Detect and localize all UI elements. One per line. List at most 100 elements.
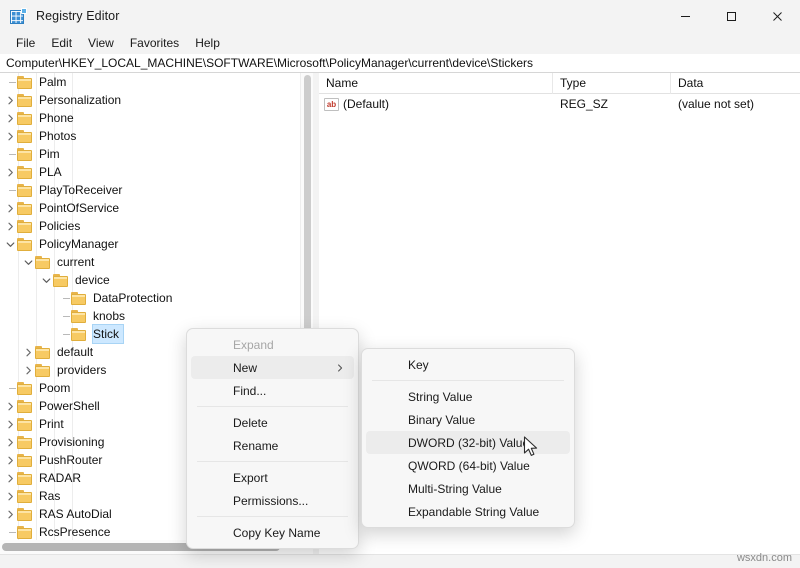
chevron-right-icon[interactable] [4,505,17,523]
folder-icon [17,453,33,467]
chevron-right-icon[interactable] [4,163,17,181]
folder-icon [17,417,33,431]
menu-item-copy-key-name[interactable]: Copy Key Name [191,521,354,544]
menu-separator [197,516,348,517]
column-header-type[interactable]: Type [553,72,671,94]
menu-item-label: Copy Key Name [233,525,321,540]
values-list-body: ab (Default) REG_SZ (value not set) [319,94,800,114]
menu-edit[interactable]: Edit [43,34,80,52]
minimize-button[interactable] [662,0,708,32]
chevron-right-icon[interactable] [4,127,17,145]
menu-item-label: Multi-String Value [408,481,502,496]
menu-item-new[interactable]: New [191,356,354,379]
chevron-down-icon[interactable] [22,253,35,271]
chevron-right-icon[interactable] [22,343,35,361]
folder-icon [17,165,33,179]
folder-icon [17,111,33,125]
column-header-data[interactable]: Data [671,73,800,94]
menu-item-label: String Value [408,389,473,404]
tree-item-policies[interactable]: Policies [0,217,300,235]
tree-item-label: PowerShell [39,399,100,413]
menu-item-multi-string-value[interactable]: Multi-String Value [366,477,570,500]
folder-icon [17,525,33,539]
address-bar[interactable]: Computer\HKEY_LOCAL_MACHINE\SOFTWARE\Mic… [0,54,800,73]
chevron-down-icon[interactable] [40,271,53,289]
folder-icon [17,219,33,233]
folder-icon [17,381,33,395]
menu-item-permissions[interactable]: Permissions... [191,489,354,512]
chevron-right-icon[interactable] [4,451,17,469]
mouse-cursor [523,436,541,460]
folder-icon [17,471,33,485]
chevron-right-icon[interactable] [4,415,17,433]
menu-view[interactable]: View [80,34,122,52]
values-list-header: Name Type Data [319,72,800,94]
tree-item-personalization[interactable]: Personalization [0,91,300,109]
menu-file[interactable]: File [8,34,43,52]
tree-item-label: PointOfService [39,201,120,215]
tree-item-policymanager[interactable]: PolicyManager [0,235,300,253]
tree-item-label: PlayToReceiver [39,183,123,197]
tree-item-current[interactable]: current [0,253,300,271]
tree-item-pla[interactable]: PLA [0,163,300,181]
tree-leaf-line [58,325,71,343]
tree-item-playtoreceiver[interactable]: PlayToReceiver [0,181,300,199]
tree-item-label: Provisioning [39,435,105,449]
menu-item-binary-value[interactable]: Binary Value [366,408,570,431]
folder-icon [17,489,33,503]
tree-leaf-line [4,379,17,397]
menu-favorites[interactable]: Favorites [122,34,187,52]
minimize-icon [680,15,690,17]
menu-item-delete[interactable]: Delete [191,411,354,434]
menu-separator [197,461,348,462]
tree-leaf-line [58,307,71,325]
tree-item-phone[interactable]: Phone [0,109,300,127]
registry-path: Computer\HKEY_LOCAL_MACHINE\SOFTWARE\Mic… [6,56,534,70]
menu-item-key[interactable]: Key [366,353,570,376]
chevron-right-icon[interactable] [4,487,17,505]
menu-item-rename[interactable]: Rename [191,434,354,457]
menu-item-find[interactable]: Find... [191,379,354,402]
maximize-button[interactable] [708,0,754,32]
tree-item-pointofservice[interactable]: PointOfService [0,199,300,217]
tree-item-label: RAS AutoDial [39,507,112,521]
chevron-right-icon[interactable] [4,433,17,451]
chevron-right-icon[interactable] [4,217,17,235]
chevron-down-icon[interactable] [4,235,17,253]
tree-item-label: RcsPresence [39,525,111,539]
table-row[interactable]: ab (Default) REG_SZ (value not set) [319,94,800,114]
menu-item-label: Key [408,357,429,372]
title-bar-left: Registry Editor [0,7,119,25]
close-button[interactable] [754,0,800,32]
menu-help[interactable]: Help [187,34,228,52]
chevron-right-icon[interactable] [4,109,17,127]
chevron-right-icon[interactable] [4,397,17,415]
menu-item-string-value[interactable]: String Value [366,385,570,408]
menu-item-expandable-string-value[interactable]: Expandable String Value [366,500,570,523]
menu-item-export[interactable]: Export [191,466,354,489]
chevron-right-icon[interactable] [4,469,17,487]
column-header-name[interactable]: Name [319,72,553,94]
menu-item-label: Permissions... [233,493,309,508]
registry-icon [10,7,27,25]
maximize-icon [726,11,736,21]
menu-item-label: Delete [233,415,268,430]
folder-icon [17,435,33,449]
tree-leaf-line [58,289,71,307]
tree-item-knobs[interactable]: knobs [0,307,300,325]
menu-separator [372,380,564,381]
folder-icon [17,201,33,215]
chevron-right-icon[interactable] [22,361,35,379]
chevron-right-icon[interactable] [4,91,17,109]
tree-item-pim[interactable]: Pim [0,145,300,163]
chevron-right-icon[interactable] [4,199,17,217]
tree-item-device[interactable]: device [0,271,300,289]
tree-item-palm[interactable]: Palm [0,73,300,91]
menu-item-label: DWORD (32-bit) Value [408,435,530,450]
tree-item-dataprotection[interactable]: DataProtection [0,289,300,307]
menu-item-label: Export [233,470,268,485]
tree-item-photos[interactable]: Photos [0,127,300,145]
tree-item-label: PushRouter [39,453,103,467]
folder-icon [35,255,51,269]
tree-item-label: Ras [39,489,61,503]
